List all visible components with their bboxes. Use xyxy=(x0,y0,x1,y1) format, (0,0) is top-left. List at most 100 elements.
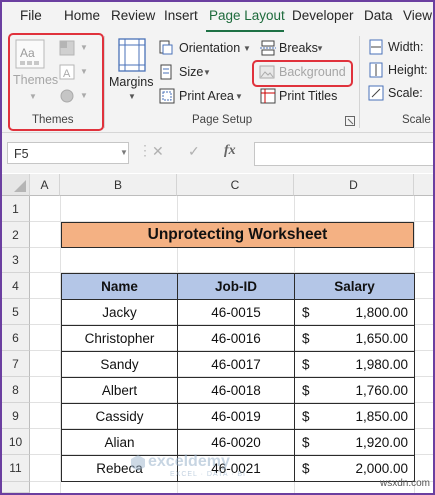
job-id-cell[interactable]: 46-0018 xyxy=(177,377,295,404)
breaks-button[interactable]: Breaks xyxy=(279,41,318,55)
job-id-cell[interactable]: 46-0016 xyxy=(177,325,295,352)
row-header-6[interactable]: 6 xyxy=(2,325,30,351)
ribbon-page-layout: Aa Themes ▼ ▼ A ▼ ▼ Themes Margins ▼ Ori… xyxy=(2,32,433,133)
row-header-5[interactable]: 5 xyxy=(2,299,30,325)
row-header-1[interactable]: 1 xyxy=(2,196,30,222)
scale-icon xyxy=(368,85,384,101)
salary-cell[interactable]: $1,650.00 xyxy=(294,325,415,352)
name-cell[interactable]: Cassidy xyxy=(61,403,178,430)
currency-symbol: $ xyxy=(302,461,310,476)
tab-data[interactable]: Data xyxy=(364,8,393,23)
table-row: Christopher 46-0016 $1,650.00 xyxy=(61,325,415,352)
column-header-b[interactable]: B xyxy=(60,174,177,196)
theme-colors-icon[interactable] xyxy=(59,40,75,56)
print-area-button[interactable]: Print Area xyxy=(179,89,234,103)
tab-review[interactable]: Review xyxy=(111,8,155,23)
select-all-corner[interactable] xyxy=(2,174,30,196)
column-header-e[interactable] xyxy=(414,174,433,196)
job-id-cell[interactable]: 46-0017 xyxy=(177,351,295,378)
insert-function-icon[interactable]: fx xyxy=(224,143,236,159)
row-header-11[interactable]: 11 xyxy=(2,455,30,482)
tab-home[interactable]: Home xyxy=(64,8,100,23)
row-header-3[interactable]: 3 xyxy=(2,248,30,273)
salary-cell[interactable]: $1,760.00 xyxy=(294,377,415,404)
tab-file[interactable]: File xyxy=(20,8,42,23)
name-box[interactable]: F5 xyxy=(7,142,129,164)
job-id-cell[interactable]: 46-0015 xyxy=(177,299,295,326)
name-cell[interactable]: Alian xyxy=(61,429,178,456)
currency-symbol: $ xyxy=(302,383,310,398)
column-header-a[interactable]: A xyxy=(30,174,60,196)
job-id-cell[interactable]: 46-0020 xyxy=(177,429,295,456)
row-header-8[interactable]: 8 xyxy=(2,377,30,403)
name-cell[interactable]: Albert xyxy=(61,377,178,404)
table-row: Sandy 46-0017 $1,980.00 xyxy=(61,351,415,378)
salary-amount: 1,800.00 xyxy=(355,305,408,320)
salary-cell[interactable]: $1,850.00 xyxy=(294,403,415,430)
theme-colors-chevron-icon: ▼ xyxy=(80,43,88,52)
cancel-icon[interactable]: ✕ xyxy=(152,143,164,160)
enter-check-icon[interactable]: ✓ xyxy=(188,143,200,160)
row-header-9[interactable]: 9 xyxy=(2,403,30,429)
themes-label[interactable]: Themes xyxy=(13,73,58,87)
header-job-id[interactable]: Job-ID xyxy=(177,273,295,300)
name-cell[interactable]: Jacky xyxy=(61,299,178,326)
margins-button[interactable]: Margins xyxy=(109,75,153,89)
themes-icon[interactable]: Aa xyxy=(15,39,45,69)
size-icon[interactable] xyxy=(159,64,173,80)
excel-window: File Home Review Insert Page Layout Deve… xyxy=(0,0,435,495)
sheet-title-cell[interactable]: Unprotecting Worksheet xyxy=(61,222,414,248)
theme-effects-icon[interactable] xyxy=(59,88,75,104)
orientation-icon[interactable] xyxy=(159,40,173,56)
column-header-d[interactable]: D xyxy=(294,174,414,196)
row-header-7[interactable]: 7 xyxy=(2,351,30,377)
page-setup-dialog-launcher-icon[interactable] xyxy=(345,116,355,126)
salary-cell[interactable]: $1,920.00 xyxy=(294,429,415,456)
page-setup-group-label: Page Setup xyxy=(192,114,253,126)
tab-view[interactable]: View xyxy=(403,8,432,23)
table-row: Cassidy 46-0019 $1,850.00 xyxy=(61,403,415,430)
margins-icon[interactable] xyxy=(117,38,147,72)
orientation-chevron-icon: ▼ xyxy=(243,44,251,53)
theme-fonts-chevron-icon: ▼ xyxy=(80,67,88,76)
size-button[interactable]: Size xyxy=(179,65,203,79)
row-header-10[interactable]: 10 xyxy=(2,429,30,455)
column-header-c[interactable]: C xyxy=(177,174,294,196)
salary-table: Name Job-ID Salary Jacky 46-0015 $1,800.… xyxy=(61,273,415,482)
background-button[interactable]: Background xyxy=(279,65,346,79)
group-separator xyxy=(104,36,105,128)
table-row: Albert 46-0018 $1,760.00 xyxy=(61,377,415,404)
salary-cell[interactable]: $1,980.00 xyxy=(294,351,415,378)
tab-developer[interactable]: Developer xyxy=(292,8,354,23)
print-area-icon[interactable] xyxy=(159,88,175,104)
height-label: Height: xyxy=(388,63,428,77)
name-cell[interactable]: Christopher xyxy=(61,325,178,352)
name-box-chevron-icon[interactable]: ▼ xyxy=(120,148,128,157)
name-cell[interactable]: Sandy xyxy=(61,351,178,378)
header-salary[interactable]: Salary xyxy=(294,273,415,300)
salary-cell[interactable]: $1,800.00 xyxy=(294,299,415,326)
print-titles-button[interactable]: Print Titles xyxy=(279,89,337,103)
tab-page-layout[interactable]: Page Layout xyxy=(209,8,285,23)
site-watermark: wsxdn.com xyxy=(380,478,431,489)
job-id-cell[interactable]: 46-0019 xyxy=(177,403,295,430)
orientation-button[interactable]: Orientation xyxy=(179,41,240,55)
currency-symbol: $ xyxy=(302,331,310,346)
row-header-12[interactable] xyxy=(2,482,30,493)
theme-fonts-icon[interactable]: A xyxy=(59,64,75,80)
ribbon-tab-bar: File Home Review Insert Page Layout Deve… xyxy=(2,2,433,33)
formula-input[interactable] xyxy=(254,142,433,166)
row-header-2[interactable]: 2 xyxy=(2,222,30,248)
margins-chevron-down-icon: ▼ xyxy=(128,92,136,101)
formula-bar-grip-icon: ⋮ xyxy=(138,142,152,158)
scale-group-label: Scale t xyxy=(402,114,435,126)
row-header-4[interactable]: 4 xyxy=(2,273,30,299)
currency-symbol: $ xyxy=(302,357,310,372)
breaks-icon[interactable] xyxy=(260,40,276,56)
tab-insert[interactable]: Insert xyxy=(164,8,198,23)
currency-symbol: $ xyxy=(302,305,310,320)
print-titles-icon[interactable] xyxy=(260,88,276,104)
background-image-icon[interactable] xyxy=(259,65,275,79)
themes-group-label: Themes xyxy=(32,114,74,126)
header-name[interactable]: Name xyxy=(61,273,178,300)
